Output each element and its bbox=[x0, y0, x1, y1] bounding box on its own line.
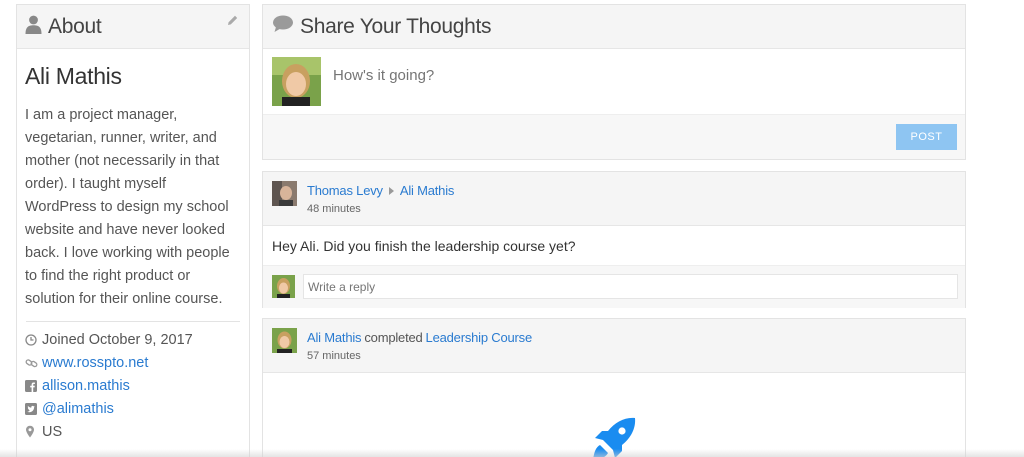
timestamp: 57 minutes bbox=[307, 350, 361, 362]
activity-header: Ali Mathis completed Leadership Course 5… bbox=[263, 319, 965, 373]
profile-bio: I am a project manager, vegetarian, runn… bbox=[25, 107, 230, 307]
activity-post: Thomas Levy Ali Mathis 48 minutes Hey Al… bbox=[262, 171, 966, 308]
scroll-fade bbox=[0, 449, 1024, 457]
author-link[interactable]: Thomas Levy bbox=[307, 183, 383, 198]
activity-header: Thomas Levy Ali Mathis 48 minutes bbox=[263, 172, 965, 226]
clock-icon bbox=[25, 333, 41, 346]
status-input[interactable] bbox=[333, 67, 933, 84]
avatar bbox=[272, 275, 295, 298]
location-pin-icon bbox=[25, 425, 41, 438]
composer-footer: POST bbox=[263, 115, 965, 159]
link-icon bbox=[25, 357, 41, 369]
avatar[interactable] bbox=[272, 181, 297, 206]
reply-row bbox=[263, 266, 965, 308]
course-link[interactable]: Leadership Course bbox=[426, 330, 533, 345]
target-link[interactable]: Ali Mathis bbox=[400, 183, 455, 198]
facebook-icon bbox=[25, 379, 41, 392]
avatar bbox=[272, 57, 321, 106]
profile-meta-list: Joined October 9, 2017 www.rosspto.net a… bbox=[17, 322, 249, 443]
twitter-icon bbox=[25, 402, 41, 415]
post-message: Hey Ali. Did you finish the leadership c… bbox=[263, 226, 965, 266]
share-title: Share Your Thoughts bbox=[300, 14, 492, 38]
about-header: About bbox=[17, 5, 249, 49]
post-button[interactable]: POST bbox=[896, 124, 957, 150]
profile-name: Ali Mathis bbox=[25, 63, 122, 89]
reply-input[interactable] bbox=[303, 274, 958, 299]
location: US bbox=[25, 420, 241, 443]
caret-right-icon bbox=[388, 186, 394, 195]
composer-area bbox=[263, 49, 965, 115]
author-link[interactable]: Ali Mathis bbox=[307, 330, 362, 345]
about-title: About bbox=[48, 14, 102, 38]
website-link[interactable]: www.rosspto.net bbox=[25, 351, 241, 374]
joined-date: Joined October 9, 2017 bbox=[25, 328, 241, 351]
pencil-icon[interactable] bbox=[226, 14, 239, 32]
timestamp: 48 minutes bbox=[307, 203, 361, 215]
activity-line: Ali Mathis completed Leadership Course bbox=[307, 330, 532, 345]
share-panel: Share Your Thoughts POST bbox=[262, 4, 966, 160]
share-header: Share Your Thoughts bbox=[263, 5, 965, 49]
speech-bubble-icon bbox=[272, 15, 294, 38]
avatar[interactable] bbox=[272, 328, 297, 353]
activity-post: Ali Mathis completed Leadership Course 5… bbox=[262, 318, 966, 457]
about-panel: About Ali Mathis I am a project manager,… bbox=[16, 4, 250, 457]
twitter-link[interactable]: @alimathis bbox=[25, 397, 241, 420]
user-icon bbox=[25, 15, 42, 39]
activity-verb: completed bbox=[364, 330, 423, 345]
activity-line: Thomas Levy Ali Mathis bbox=[307, 183, 454, 198]
facebook-link[interactable]: allison.mathis bbox=[25, 374, 241, 397]
